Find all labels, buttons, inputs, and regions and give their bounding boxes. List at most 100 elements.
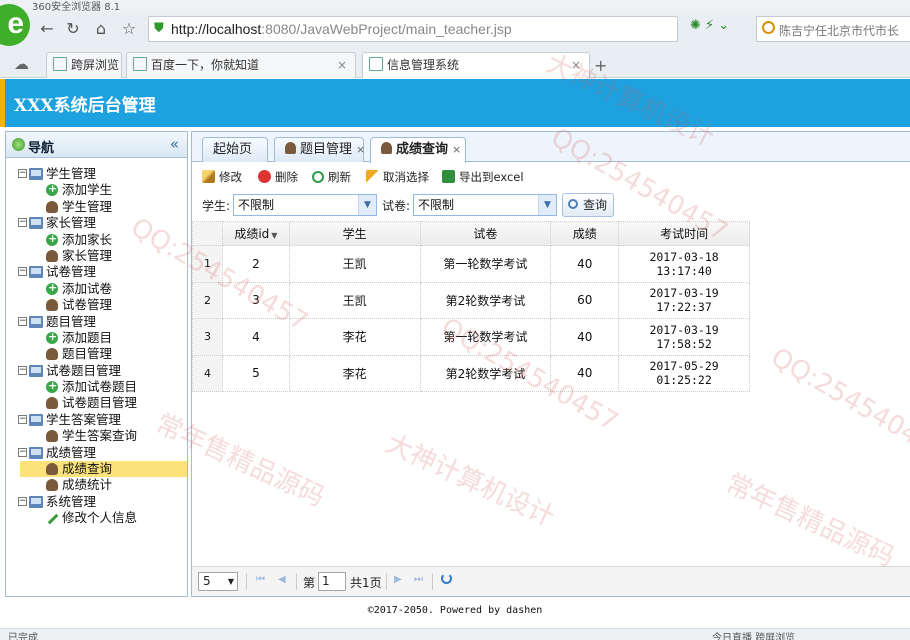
close-tab-icon[interactable]: × <box>337 53 347 77</box>
cell-student: 王凯 <box>288 245 421 283</box>
tree-group[interactable]: − 试卷题目管理 <box>6 363 187 379</box>
tree-leaf-label: 学生管理 <box>62 198 113 214</box>
favorite-star-icon[interactable]: ☆ <box>118 18 140 40</box>
tree-leaf-label: 试卷题目管理 <box>62 395 138 411</box>
tree-group-label: 学生管理 <box>46 166 97 181</box>
prev-page-icon[interactable]: ◀ <box>278 574 286 585</box>
refresh-icon[interactable]: ↻ <box>62 18 84 40</box>
paper-select[interactable]: 不限制 ▼ <box>413 194 557 216</box>
tree-leaf[interactable]: 添加题目 <box>6 329 187 346</box>
last-page-icon[interactable]: ⏭ <box>414 574 423 585</box>
tree-leaf[interactable]: 成绩统计 <box>6 477 187 493</box>
address-text[interactable]: http://localhost:8080/JavaWebProject/mai… <box>171 21 512 37</box>
tree-group[interactable]: − 学生管理 <box>6 166 187 182</box>
tree-group[interactable]: − 家长管理 <box>6 215 187 231</box>
refresh-button[interactable]: 刷新 <box>312 168 351 186</box>
tree-group[interactable]: − 试卷管理 <box>6 264 187 280</box>
page-size-select[interactable]: 5 ▼ <box>198 572 238 591</box>
chevron-down-icon[interactable]: ▼ <box>538 195 556 215</box>
collapse-toggle-icon[interactable]: − <box>18 267 27 277</box>
collapse-toggle-icon[interactable]: − <box>18 447 27 457</box>
new-tab-icon[interactable]: + <box>594 56 607 75</box>
tree-leaf[interactable]: 家长管理 <box>6 248 187 264</box>
tree-group[interactable]: − 成绩管理 <box>6 445 187 461</box>
table-row[interactable]: 1 2 王凯 第一轮数学考试 40 2017-03-18 13:17:40 <box>192 245 750 283</box>
cell-exam-time: 2017-05-29 01:25:22 <box>618 354 750 392</box>
content-tab[interactable]: 成绩查询 × <box>370 137 466 163</box>
tree-leaf-label: 成绩统计 <box>62 477 113 493</box>
tree-group[interactable]: − 学生答案管理 <box>6 412 187 428</box>
table-row[interactable]: 2 3 王凯 第2轮数学考试 60 2017-03-19 17:22:37 <box>192 281 750 319</box>
student-label: 学生: <box>202 199 231 213</box>
collapse-nav-icon[interactable]: « <box>170 135 179 153</box>
col-header-score[interactable]: 成绩 <box>550 221 620 246</box>
first-page-icon[interactable]: ⏮ <box>256 574 265 585</box>
col-header-score-id[interactable]: 成绩id ▼ <box>221 221 290 246</box>
cloud-home-icon[interactable]: ☁ <box>14 55 34 75</box>
home-icon[interactable]: ⌂ <box>90 18 112 40</box>
tree-leaf-label: 题目管理 <box>62 346 113 362</box>
collapse-toggle-icon[interactable]: − <box>18 365 27 375</box>
close-tab-icon[interactable]: × <box>356 138 365 161</box>
tree-group-label: 学生答案管理 <box>46 411 122 427</box>
collapse-toggle-icon[interactable]: − <box>18 169 27 178</box>
cell-paper: 第一轮数学考试 <box>419 318 552 356</box>
globe-icon <box>12 138 25 151</box>
tree-leaf[interactable]: 学生答案查询 <box>6 428 187 444</box>
reload-icon[interactable] <box>441 573 452 584</box>
tree-group[interactable]: − 题目管理 <box>6 314 187 330</box>
browser-tab-baidu[interactable]: 百度一下，你就知道 × <box>126 52 356 78</box>
collapse-toggle-icon[interactable]: − <box>18 496 27 506</box>
back-icon[interactable]: ← <box>36 18 58 40</box>
col-header-exam-time[interactable]: 考试时间 <box>618 221 750 246</box>
divider <box>246 573 247 590</box>
close-tab-icon[interactable]: × <box>452 138 461 161</box>
folder-icon <box>29 266 43 279</box>
paper-label: 试卷: <box>382 199 411 213</box>
tree-leaf[interactable]: 添加学生 <box>6 181 187 198</box>
content-tab[interactable]: 题目管理 × <box>274 137 365 162</box>
tree-leaf[interactable]: 成绩查询 <box>20 461 187 478</box>
tree-leaf[interactable]: 添加试卷题目 <box>6 378 187 395</box>
table-row[interactable]: 4 5 李花 第2轮数学考试 40 2017-05-29 01:25:22 <box>192 354 750 392</box>
chevron-down-icon[interactable]: ▼ <box>358 195 376 215</box>
tree-leaf[interactable]: 题目管理 <box>6 346 187 362</box>
export-excel-button[interactable]: 导出到excel <box>442 168 524 186</box>
next-page-icon[interactable]: ▶ <box>394 574 402 585</box>
col-header-student[interactable]: 学生 <box>288 221 421 246</box>
query-button[interactable]: 查询 <box>562 193 615 217</box>
tree-leaf[interactable]: 修改个人信息 <box>6 510 187 526</box>
browser-tab-cross-screen[interactable]: 跨屏浏览 <box>46 52 122 78</box>
student-select[interactable]: 不限制 ▼ <box>233 194 377 216</box>
collapse-toggle-icon[interactable]: − <box>18 218 27 228</box>
collapse-toggle-icon[interactable]: − <box>18 316 27 326</box>
search-input[interactable]: 陈吉宁任北京市代市长 <box>756 16 910 42</box>
tree-leaf[interactable]: 试卷管理 <box>6 297 187 313</box>
close-tab-icon[interactable]: × <box>571 53 581 77</box>
edit-button[interactable]: 修改 <box>202 168 242 186</box>
tree-leaf[interactable]: 学生管理 <box>6 199 187 215</box>
app-banner: XXX系统后台管理 <box>0 79 910 127</box>
page-number-input[interactable]: 1 <box>318 572 346 591</box>
tree-leaf[interactable]: 添加试卷 <box>6 280 187 297</box>
user-icon <box>46 348 58 361</box>
address-bar[interactable]: ⛊ http://localhost:8080/JavaWebProject/m… <box>148 16 678 42</box>
user-icon <box>46 249 58 262</box>
tree-leaf[interactable]: 添加家长 <box>6 231 187 248</box>
banner-accent <box>0 79 5 127</box>
collapse-toggle-icon[interactable]: − <box>18 414 27 424</box>
browser-tab-info-system[interactable]: 信息管理系统 × <box>362 52 590 78</box>
tree-group[interactable]: − 系统管理 <box>6 494 187 510</box>
content-tab[interactable]: 起始页 <box>202 137 268 162</box>
status-links[interactable]: 今日直播 跨屏浏览 <box>712 629 795 640</box>
cancel-select-button[interactable]: 取消选择 <box>366 168 429 186</box>
cell-exam-time: 2017-03-18 13:17:40 <box>618 245 750 283</box>
row-number: 4 <box>192 354 223 392</box>
col-header-paper[interactable]: 试卷 <box>419 221 552 246</box>
table-row[interactable]: 3 4 李花 第一轮数学考试 40 2017-03-19 17:58:52 <box>192 318 750 356</box>
address-tools-icon[interactable]: ✺ ⚡ ⌄ <box>690 18 729 33</box>
delete-button[interactable]: 删除 <box>258 168 298 186</box>
user-icon <box>46 299 58 312</box>
paw-icon <box>133 57 147 71</box>
tree-leaf[interactable]: 试卷题目管理 <box>6 395 187 411</box>
